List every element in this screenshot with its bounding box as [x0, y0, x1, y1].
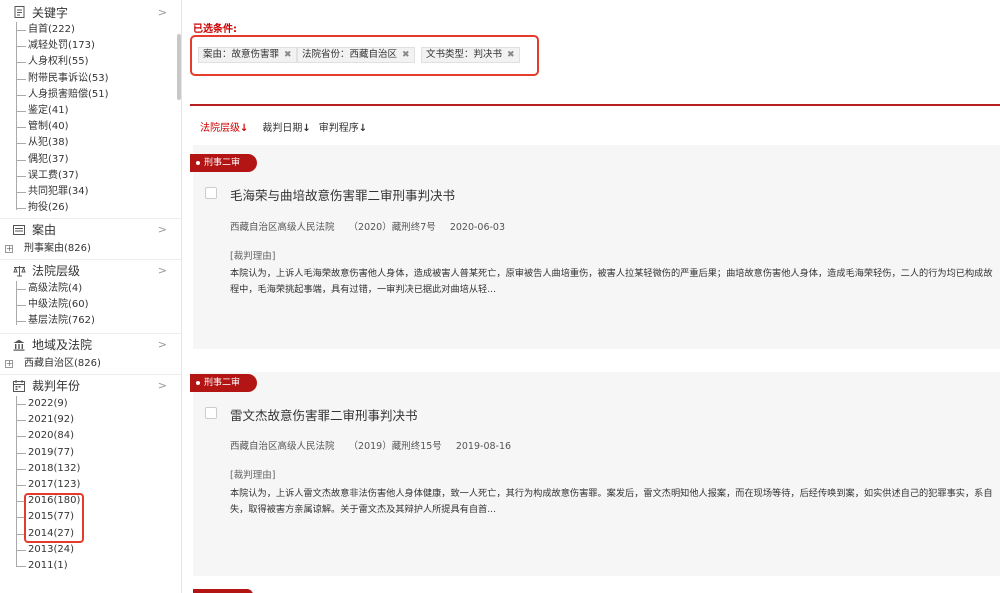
result-card: 刑事二审 毛海荣与曲培故意伤害罪二审刑事判决书 西藏自治区高级人民法院 （202…: [190, 145, 1000, 349]
year-item[interactable]: 2022(9): [16, 396, 181, 412]
arrow-down-icon: ↓: [240, 123, 249, 134]
case-type-tag: 刑事二审: [190, 374, 257, 392]
keyword-item[interactable]: 拘役(26): [16, 200, 181, 216]
filter-chip-label: 文书类型：判决书: [426, 49, 503, 60]
case-number: （2020）藏刑终7号: [348, 222, 436, 233]
year-item[interactable]: 2017(123): [16, 477, 181, 493]
judgment-date: 2020-06-03: [449, 222, 506, 233]
filter-chip-case-cause[interactable]: 案由：故意伤害罪 ✖: [198, 47, 297, 63]
section-court-level-title: 法院层级: [32, 264, 81, 278]
reason-text: 本院认为，上诉人雷文杰故意非法伤害他人身体健康，致一人死亡，其行为构成故意伤害罪…: [230, 488, 993, 515]
result-meta: 西藏自治区高级人民法院 （2019）藏刑终15号 2019-08-16: [230, 438, 522, 452]
case-type-tag-partial: [193, 589, 253, 593]
court-name: 西藏自治区高级人民法院: [230, 441, 335, 452]
keyword-item[interactable]: 误工费(37): [16, 168, 181, 184]
results-panel: 已选条件: 案由：故意伤害罪 ✖ 法院省份：西藏自治区 ✖ 文书类型：判决书 ✖ 法院…: [190, 0, 1000, 593]
filter-sidebar: 关键字 > 自首(222) 减轻处罚(173) 人身权利(55) 附带民事诉讼(…: [0, 0, 182, 593]
chevron-right-icon[interactable]: >: [158, 379, 167, 392]
court-level-item[interactable]: 高级法院(4): [16, 281, 181, 297]
keyword-item[interactable]: 共同犯罪(34): [16, 184, 181, 200]
chevron-right-icon[interactable]: >: [158, 264, 167, 277]
chevron-right-icon[interactable]: >: [158, 6, 167, 19]
reason-label: [裁判理由]: [230, 470, 276, 481]
result-title[interactable]: 毛海荣与曲培故意伤害罪二审刑事判决书: [230, 185, 455, 204]
year-item[interactable]: 2021(92): [16, 412, 181, 428]
document-icon: [12, 5, 26, 19]
divider: [190, 104, 1000, 106]
selected-filters-box: 案由：故意伤害罪 ✖ 法院省份：西藏自治区 ✖ 文书类型：判决书 ✖: [190, 35, 539, 76]
case-type-tag: 刑事二审: [190, 154, 257, 172]
filter-chip-label: 案由：故意伤害罪: [203, 49, 280, 60]
reason-label: [裁判理由]: [230, 251, 276, 262]
keyword-item[interactable]: 附带民事诉讼(53): [16, 71, 181, 87]
keyword-item[interactable]: 减轻处罚(173): [16, 38, 181, 54]
sidebar-scrollbar[interactable]: [177, 34, 181, 100]
remove-icon[interactable]: ✖: [284, 50, 292, 60]
year-item[interactable]: 2020(84): [16, 428, 181, 444]
section-case-cause[interactable]: 案由 >: [0, 218, 181, 240]
result-card: 刑事二审 雷文杰故意伤害罪二审刑事判决书 西藏自治区高级人民法院 （2019）藏…: [190, 372, 1000, 576]
year-item[interactable]: 2019(77): [16, 445, 181, 461]
section-region-title: 地域及法院: [32, 338, 93, 352]
section-keyword-title: 关键字: [32, 5, 69, 20]
sort-bar: 法院层级↓ 裁判日期↓ 审判程序↓: [200, 119, 367, 134]
keyword-item[interactable]: 自首(222): [16, 22, 181, 38]
calendar-icon: [12, 379, 26, 393]
keyword-item[interactable]: 人身权利(55): [16, 54, 181, 70]
expand-icon[interactable]: +: [5, 245, 13, 253]
region-label: 西藏自治区(826): [24, 358, 101, 369]
filter-chip-province[interactable]: 法院省份：西藏自治区 ✖: [297, 47, 415, 63]
court-level-item[interactable]: 中级法院(60): [16, 297, 181, 313]
chevron-right-icon[interactable]: >: [158, 223, 167, 236]
section-year[interactable]: 裁判年份 >: [0, 374, 181, 396]
filter-chip-label: 法院省份：西藏自治区: [302, 49, 398, 60]
region-item[interactable]: + 西藏自治区(826): [0, 355, 181, 372]
keyword-item[interactable]: 管制(40): [16, 119, 181, 135]
keyword-item[interactable]: 鉴定(41): [16, 103, 181, 119]
scales-icon: [12, 264, 26, 278]
section-year-title: 裁判年份: [32, 379, 81, 393]
selected-conditions-label: 已选条件:: [193, 24, 237, 35]
keyword-item[interactable]: 人身损害赔偿(51): [16, 87, 181, 103]
court-level-tree: 高级法院(4) 中级法院(60) 基层法院(762): [0, 281, 181, 333]
arrow-down-icon: ↓: [358, 123, 368, 134]
case-number: （2019）藏刑终15号: [348, 441, 442, 452]
year-highlight-box: [24, 493, 84, 543]
select-checkbox[interactable]: [205, 407, 217, 419]
court-level-item[interactable]: 基层法院(762): [16, 313, 181, 329]
section-region[interactable]: 地域及法院 >: [0, 333, 181, 355]
list-icon: [12, 223, 26, 237]
result-meta: 西藏自治区高级人民法院 （2020）藏刑终7号 2020-06-03: [230, 219, 516, 233]
section-court-level[interactable]: 法院层级 >: [0, 259, 181, 281]
filter-chip-doc-type[interactable]: 文书类型：判决书 ✖: [421, 47, 520, 63]
case-cause-item[interactable]: + 刑事案由(826): [0, 240, 181, 257]
year-item[interactable]: 2013(24): [16, 542, 181, 558]
expand-icon[interactable]: +: [5, 360, 13, 368]
court-name: 西藏自治区高级人民法院: [230, 222, 335, 233]
year-item[interactable]: 2011(1): [16, 558, 181, 574]
sort-trial-procedure[interactable]: 审判程序↓: [319, 119, 367, 134]
year-item[interactable]: 2018(132): [16, 461, 181, 477]
result-title[interactable]: 雷文杰故意伤害罪二审刑事判决书: [230, 405, 418, 424]
section-keyword[interactable]: 关键字 >: [0, 2, 181, 22]
reason-text: 本院认为，上诉人毛海荣故意伤害他人身体，造成被害人普某死亡，原审被告人曲培重伤，…: [230, 268, 993, 295]
remove-icon[interactable]: ✖: [402, 50, 410, 60]
keyword-item[interactable]: 偶犯(37): [16, 152, 181, 168]
sort-judgment-date[interactable]: 裁判日期↓: [262, 119, 310, 134]
judgment-date: 2019-08-16: [455, 441, 512, 452]
arrow-down-icon: ↓: [302, 123, 311, 134]
year-tree: 2022(9) 2021(92) 2020(84) 2019(77) 2018(…: [0, 396, 181, 576]
sort-court-level[interactable]: 法院层级↓: [200, 119, 248, 134]
section-case-cause-title: 案由: [32, 223, 57, 237]
chevron-right-icon[interactable]: >: [158, 338, 167, 351]
select-checkbox[interactable]: [205, 187, 217, 199]
keyword-tree: 自首(222) 减轻处罚(173) 人身权利(55) 附带民事诉讼(53) 人身…: [0, 22, 181, 218]
keyword-item[interactable]: 从犯(38): [16, 135, 181, 151]
court-building-icon: [12, 338, 26, 352]
remove-icon[interactable]: ✖: [507, 50, 515, 60]
case-cause-label: 刑事案由(826): [24, 243, 91, 254]
